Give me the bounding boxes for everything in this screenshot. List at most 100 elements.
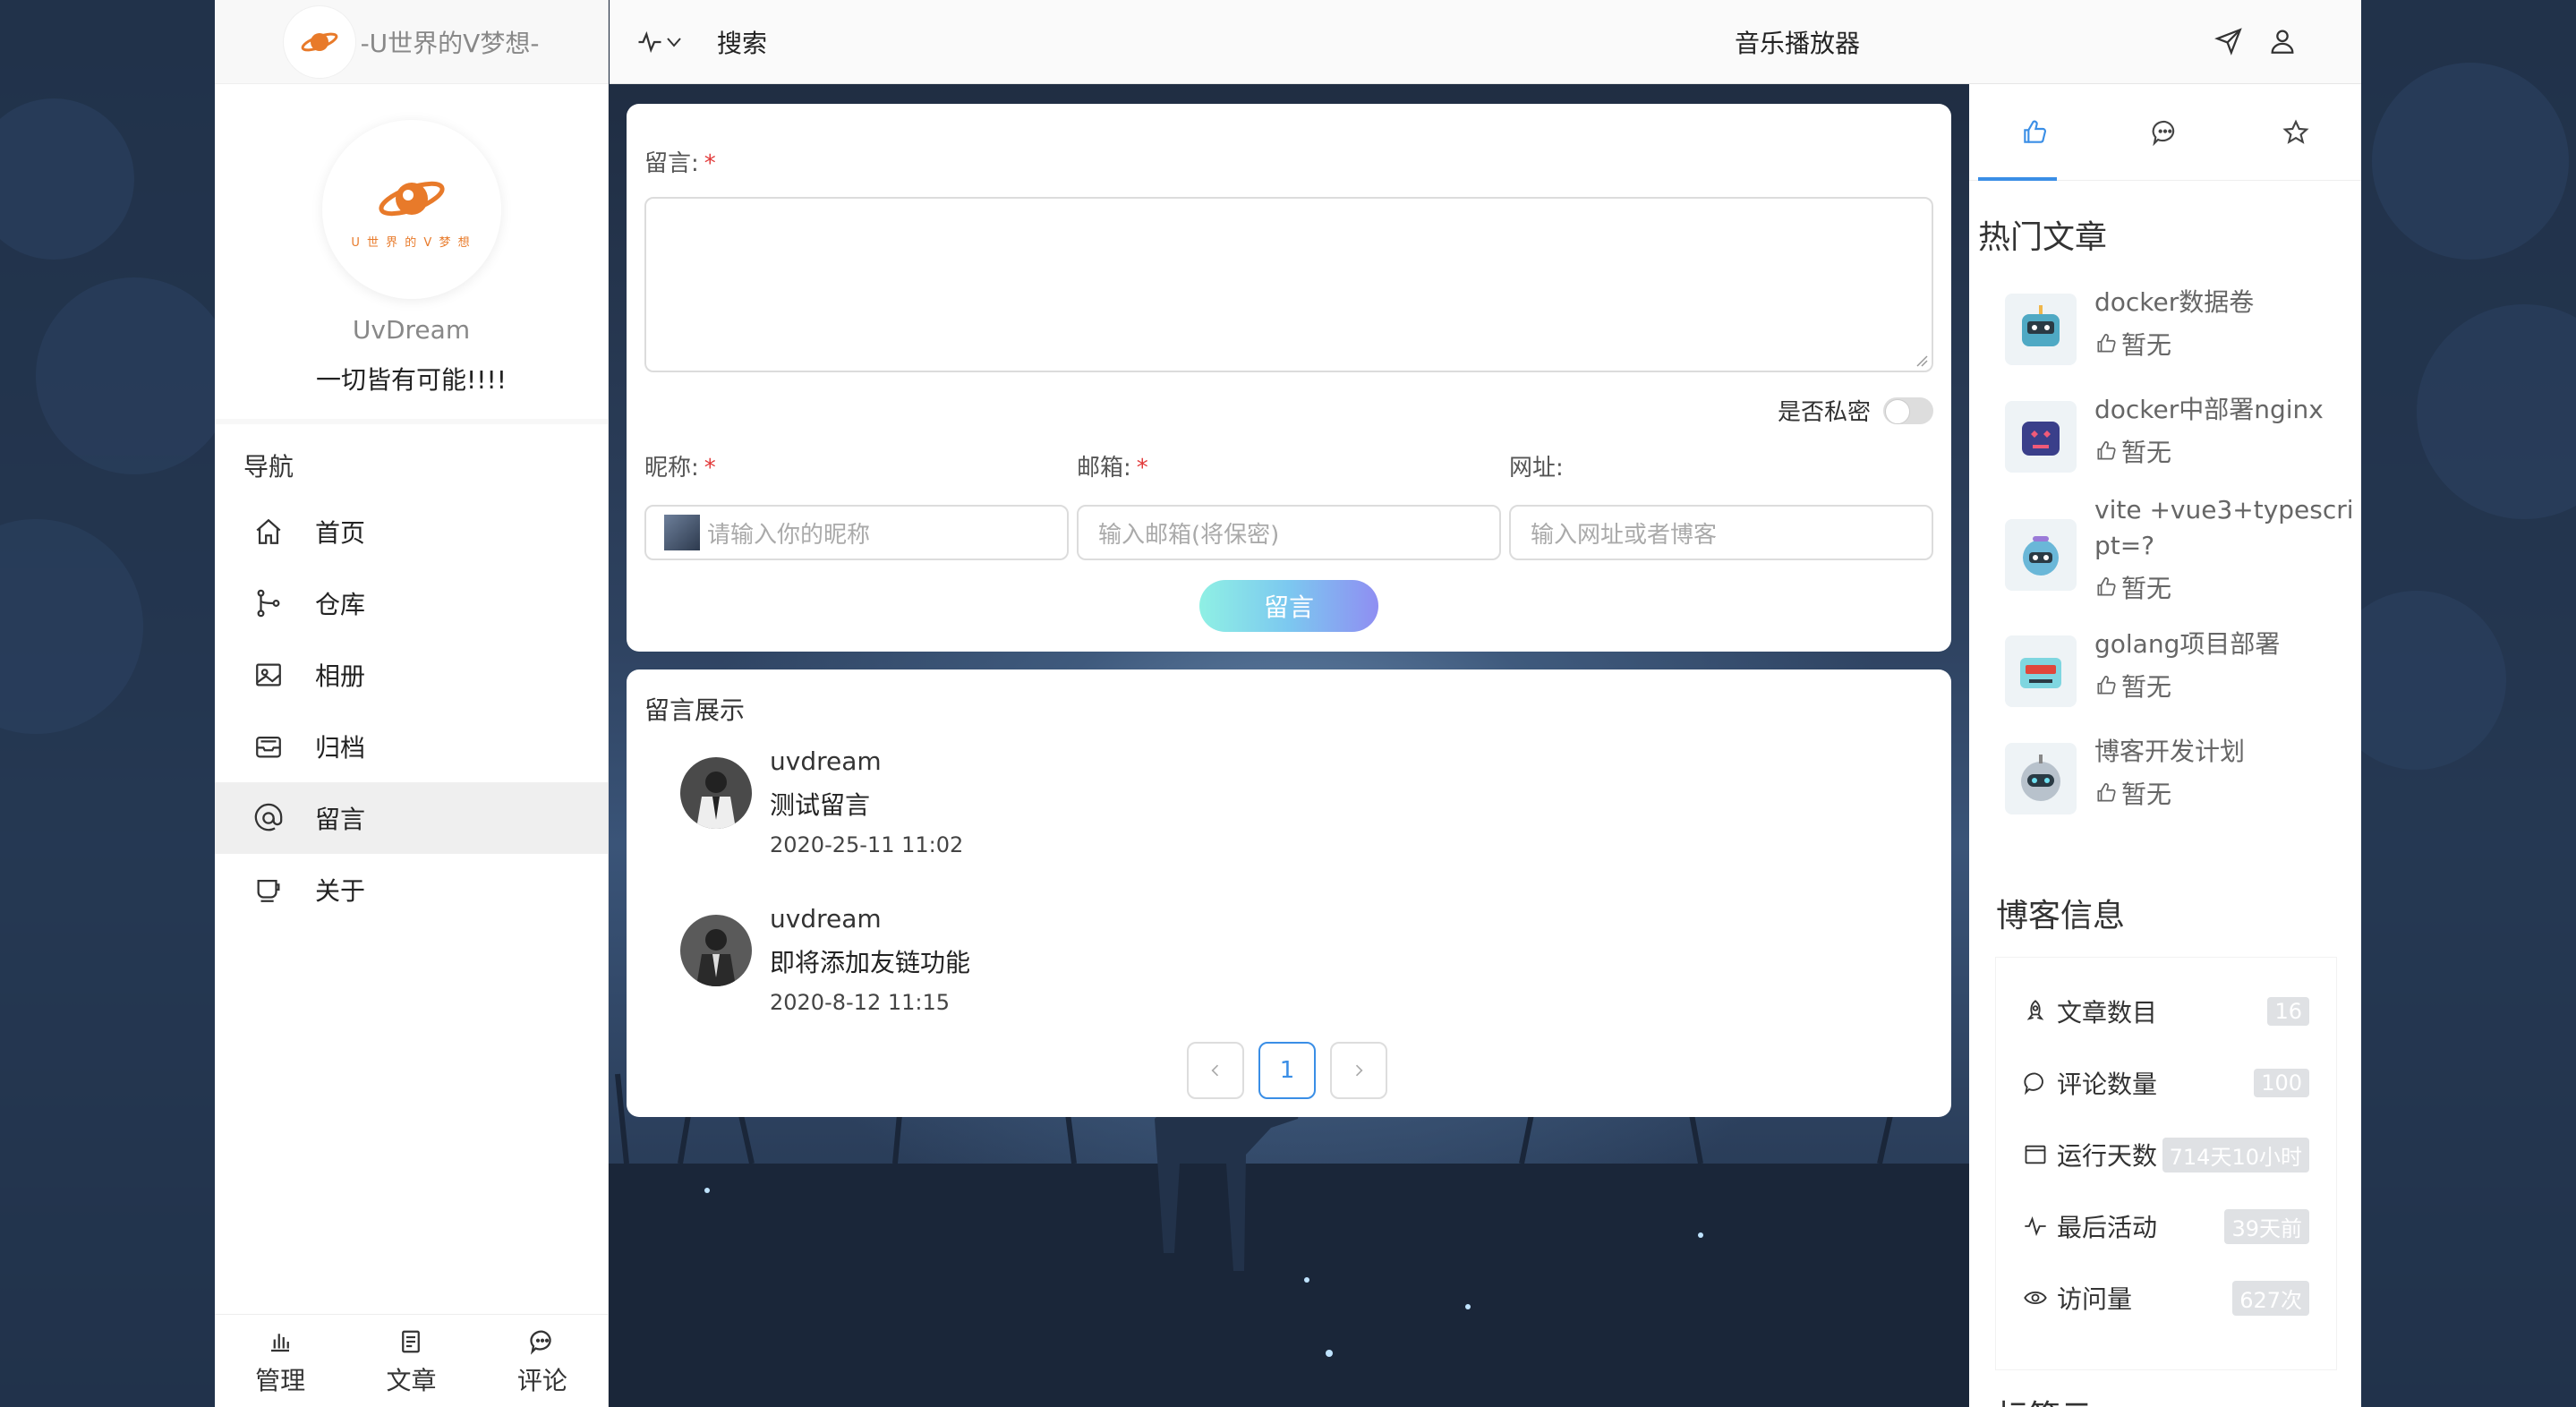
robot-thumb-icon — [2005, 519, 2077, 591]
right-sidebar-tabs — [1969, 84, 2361, 181]
comment-icon — [2024, 1072, 2043, 1096]
website-placeholder: 输入网址或者博客 — [1531, 521, 1718, 549]
sidebar-item-repo[interactable]: 仓库 — [215, 567, 608, 639]
message-form-card: 留言: * 是否私密 昵称: * 邮箱: * 网址: 请输入你的昵称 输入邮箱(将保密… — [627, 104, 1951, 652]
avatar[interactable] — [680, 915, 752, 986]
blog-info-row: 最后活动 39天前 — [2023, 1208, 2309, 1244]
chevron-down-icon — [667, 37, 681, 47]
sidebar-item-about[interactable]: 关于 — [215, 854, 608, 925]
cup-icon — [251, 872, 286, 908]
blog-info-row: 评论数量 100 — [2023, 1065, 2309, 1101]
sidebar-item-label: 相册 — [315, 661, 366, 691]
sidebar-item-home[interactable]: 首页 — [215, 496, 608, 567]
next-page-button[interactable] — [1330, 1042, 1387, 1099]
info-badge: 100 — [2254, 1069, 2309, 1097]
info-badge: 714天10小时 — [2162, 1137, 2309, 1172]
sidebar-item-label: 归档 — [315, 733, 366, 763]
user-icon[interactable] — [2267, 26, 2298, 60]
eye-icon — [2024, 1291, 2047, 1305]
sidebar-item-album[interactable]: 相册 — [215, 639, 608, 711]
calendar-icon — [2025, 1145, 2046, 1164]
comment-icon — [529, 1326, 556, 1358]
tab-favorites[interactable] — [2231, 84, 2361, 180]
message-text: 即将添加友链功能 — [770, 948, 971, 977]
chevron-right-icon — [1355, 1064, 1363, 1077]
robot-thumb-icon — [2005, 401, 2077, 473]
bottom-item-comments[interactable]: 评论 — [477, 1315, 608, 1407]
resize-grip-icon[interactable] — [1915, 354, 1928, 367]
message-label: 留言: * — [644, 150, 716, 177]
sidebar-item-label: 首页 — [315, 518, 366, 548]
avatar[interactable]: U 世 界 的 V 梦 想 — [321, 120, 501, 299]
blog-info-row: 访问量 627次 — [2023, 1280, 2309, 1316]
sidebar-header[interactable]: -U世界的V梦想- — [215, 0, 608, 84]
thumbs-up-icon — [2097, 676, 2116, 695]
profile-motto: 一切皆有可能!!!! — [316, 365, 507, 395]
blog-info-panel: 文章数目 16 评论数量 100 运行天数 714天10小时 最后活动 39天前 — [1996, 958, 2336, 1369]
hot-article-likes: 暂无 — [2094, 668, 2171, 704]
sidebar-item-archive[interactable]: 归档 — [215, 711, 608, 782]
prev-page-button[interactable] — [1187, 1042, 1244, 1099]
branch-icon — [251, 585, 286, 621]
nav-title: 导航 — [243, 452, 294, 482]
submit-message-button[interactable]: 留言 — [1199, 580, 1378, 632]
planet-logo-icon — [378, 181, 445, 216]
home-icon — [251, 514, 286, 550]
message-text: 测试留言 — [770, 790, 871, 820]
message-author: uvdream — [770, 746, 882, 776]
thumbs-up-icon — [2097, 577, 2116, 596]
hot-article-likes: 暂无 — [2094, 326, 2171, 362]
message-author: uvdream — [770, 904, 882, 934]
robot-thumb-icon — [2005, 294, 2077, 365]
bottom-item-label: 文章 — [386, 1365, 437, 1395]
hot-article-title: vite +vue3+typescript=? — [2094, 495, 2354, 560]
info-badge: 16 — [2267, 997, 2309, 1026]
website-field[interactable]: 输入网址或者博客 — [1509, 505, 1933, 560]
rocket-icon — [2026, 1000, 2044, 1020]
thumbs-up-icon — [2097, 334, 2116, 353]
private-toggle-row: 是否私密 — [1778, 394, 1933, 427]
hot-article-title: golang项目部署 — [2094, 629, 2281, 659]
sidebar-item-label: 关于 — [315, 876, 366, 906]
robot-thumb-icon — [2005, 635, 2077, 707]
email-placeholder: 输入邮箱(将保密) — [1098, 521, 1280, 549]
hot-article-likes: 暂无 — [2094, 775, 2171, 811]
at-icon — [251, 800, 286, 836]
messages-card: 留言展示 uvdream 测试留言 2020-25-11 11:02 uvdre… — [627, 669, 1951, 1117]
pulse-icon — [2025, 1216, 2046, 1236]
email-label: 邮箱: * — [1077, 455, 1148, 482]
website-label: 网址: — [1509, 455, 1564, 482]
page-button-current[interactable]: 1 — [1258, 1042, 1316, 1099]
hot-article-title: docker数据卷 — [2094, 287, 2255, 317]
bottom-item-label: 评论 — [516, 1365, 567, 1395]
message-time: 2020-25-11 11:02 — [770, 832, 964, 857]
blog-info-row: 运行天数 714天10小时 — [2023, 1137, 2309, 1172]
bottom-item-admin[interactable]: 管理 — [215, 1315, 345, 1407]
tab-comments[interactable] — [2100, 84, 2231, 180]
activity-dropdown[interactable] — [636, 29, 685, 55]
nickname-field[interactable]: 请输入你的昵称 — [644, 505, 1069, 560]
music-player-link[interactable]: 音乐播放器 — [1735, 24, 1860, 60]
send-icon[interactable] — [2213, 26, 2244, 60]
hot-article-title: docker中部署nginx — [2094, 395, 2324, 424]
sidebar-item-label: 留言 — [315, 805, 366, 834]
info-badge: 627次 — [2232, 1280, 2309, 1316]
sidebar-item-guestbook[interactable]: 留言 — [215, 782, 608, 854]
sidebar-bottom-bar: 管理 文章 评论 — [215, 1314, 608, 1407]
private-toggle[interactable] — [1883, 397, 1933, 424]
message-textarea[interactable] — [644, 197, 1933, 372]
hot-article-likes: 暂无 — [2094, 569, 2171, 605]
profile-username: UvDream — [352, 315, 471, 345]
blog-info-title: 博客信息 — [1996, 898, 2126, 934]
archive-icon — [251, 729, 286, 764]
hot-article-likes: 暂无 — [2094, 433, 2171, 469]
email-field[interactable]: 输入邮箱(将保密) — [1077, 505, 1501, 560]
search-link[interactable]: 搜索 — [717, 24, 767, 60]
bottom-item-articles[interactable]: 文章 — [345, 1315, 476, 1407]
tab-popular[interactable] — [1969, 84, 2100, 180]
messages-title: 留言展示 — [644, 695, 746, 725]
nickname-placeholder: 请输入你的昵称 — [707, 521, 871, 549]
private-label: 是否私密 — [1777, 399, 1871, 426]
avatar[interactable] — [680, 757, 752, 829]
blog-info-row: 文章数目 16 — [2023, 993, 2309, 1029]
